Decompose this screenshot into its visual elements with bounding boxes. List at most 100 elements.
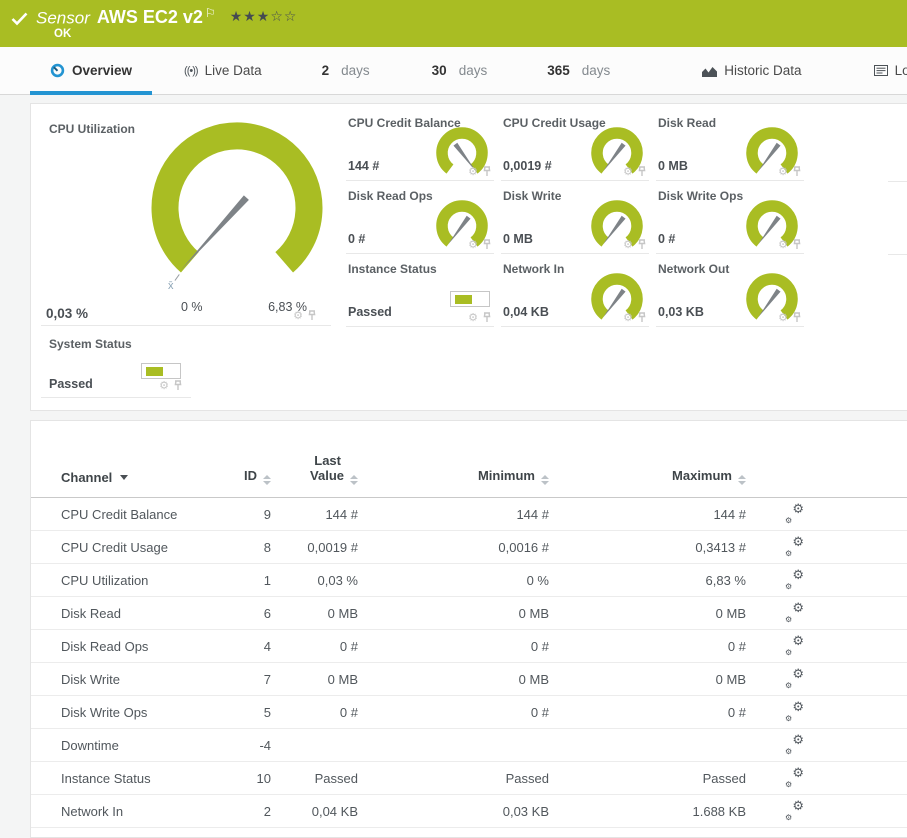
status-switch — [450, 291, 490, 307]
column-header-maximum[interactable]: Maximum — [549, 468, 746, 485]
tab-historic-data[interactable]: Historic Data — [682, 47, 821, 94]
sensor-name: AWS EC2 v2 — [96, 7, 203, 28]
gauge-tile: CPU Credit Usage 0,0019 # ⚙ — [501, 113, 649, 181]
channel-settings-icon[interactable]: ⚙ ⚙ — [785, 766, 804, 789]
prtg-sensor-page: Sensor AWS EC2 v2 ⚐ ★★★☆☆ OK Overview ((•))… — [0, 0, 907, 838]
channel-minimum: Passed — [505, 770, 549, 786]
channel-settings-icon[interactable]: ⚙ ⚙ — [785, 733, 804, 756]
tile-actions: ⚙ — [623, 312, 647, 323]
channel-name: CPU Credit Balance — [61, 506, 178, 522]
tab-log[interactable]: Log — [854, 47, 907, 94]
table-row[interactable]: Disk Read Ops 4 0 # 0 # 0 # ⚙ ⚙ — [31, 630, 907, 663]
gear-icon[interactable]: ⚙ — [778, 166, 788, 177]
pin-icon[interactable] — [792, 166, 802, 177]
channel-last-value: 0 MB — [327, 605, 358, 621]
tab-2-days[interactable]: 2 days — [302, 47, 390, 94]
average-marker: x̄ — [168, 280, 174, 292]
pin-icon[interactable] — [482, 312, 492, 323]
channel-settings-icon[interactable]: ⚙ ⚙ — [785, 601, 804, 624]
tab-30-days[interactable]: 30 days — [412, 47, 508, 94]
historic-chart-icon — [702, 66, 718, 77]
tile-actions: ⚙ — [468, 166, 492, 177]
pin-icon[interactable] — [637, 239, 647, 250]
table-row[interactable]: Disk Write Ops 5 0 # 0 # 0 # ⚙ ⚙ — [31, 696, 907, 729]
gear-icon[interactable]: ⚙ — [623, 239, 633, 250]
tile-title: CPU Utilization — [49, 122, 135, 136]
table-row[interactable]: Network In 2 0,04 KB 0,03 KB 1.688 KB ⚙ ⚙ — [31, 795, 907, 828]
gear-icon[interactable]: ⚙ — [778, 239, 788, 250]
tile-value: 0 # — [348, 232, 366, 246]
channel-settings-icon[interactable]: ⚙ ⚙ — [785, 502, 804, 525]
gear-icon[interactable]: ⚙ — [623, 312, 633, 323]
pin-icon[interactable] — [637, 166, 647, 177]
tile-actions: ⚙ — [778, 166, 802, 177]
channels-panel: Channel ID Last Value Minimum Maximum CP… — [30, 420, 907, 838]
channel-last-value: 0,0019 # — [307, 539, 358, 555]
gauge-tiles: CPU Credit Balance 144 # ⚙ CPU Credit Usa… — [346, 113, 806, 332]
gear-icon[interactable]: ⚙ — [468, 312, 478, 323]
channel-id: -4 — [259, 737, 271, 753]
pin-icon[interactable] — [173, 380, 183, 391]
tile-actions: ⚙ — [778, 239, 802, 250]
tile-title: Disk Read — [658, 116, 717, 130]
channel-settings-icon[interactable]: ⚙ ⚙ — [785, 667, 804, 690]
sensor-header: Sensor AWS EC2 v2 ⚐ ★★★☆☆ OK — [0, 0, 907, 47]
gear-icon[interactable]: ⚙ — [159, 380, 169, 391]
pin-icon[interactable] — [307, 310, 317, 321]
channel-settings-icon[interactable]: ⚙ ⚙ — [785, 799, 804, 822]
channel-settings-icon[interactable]: ⚙ ⚙ — [785, 568, 804, 591]
tile-value: 0 # — [658, 232, 676, 246]
table-row[interactable]: CPU Credit Usage 8 0,0019 # 0,0016 # 0,3… — [31, 531, 907, 564]
column-header-channel[interactable]: Channel — [61, 470, 211, 485]
gear-icon[interactable]: ⚙ — [293, 310, 303, 321]
tile-value: 0,03 % — [46, 306, 89, 321]
gear-icon[interactable]: ⚙ — [778, 312, 788, 323]
table-row[interactable]: CPU Utilization 1 0,03 % 0 % 6,83 % ⚙ ⚙ — [31, 564, 907, 597]
channel-maximum: Passed — [702, 770, 746, 786]
channel-settings-icon[interactable]: ⚙ ⚙ — [785, 535, 804, 558]
gauge-tile: Disk Read Ops 0 # ⚙ — [346, 186, 494, 254]
channel-minimum: 0,03 KB — [502, 803, 549, 819]
flag-icon[interactable]: ⚐ — [205, 6, 216, 20]
table-row[interactable]: Disk Write 7 0 MB 0 MB 0 MB ⚙ ⚙ — [31, 663, 907, 696]
tile-actions: ⚙ — [293, 310, 317, 321]
channel-last-value: 144 # — [325, 506, 358, 522]
gear-icon[interactable]: ⚙ — [468, 239, 478, 250]
channel-settings-icon[interactable]: ⚙ ⚙ — [785, 700, 804, 723]
column-header-minimum[interactable]: Minimum — [358, 468, 549, 485]
channel-maximum: 0 # — [727, 704, 746, 720]
pin-icon[interactable] — [792, 239, 802, 250]
priority-stars[interactable]: ★★★☆☆ — [230, 8, 298, 24]
table-row[interactable]: Disk Read 6 0 MB 0 MB 0 MB ⚙ ⚙ — [31, 597, 907, 630]
gauge-tile: Network In 0,04 KB ⚙ — [501, 259, 649, 327]
pin-icon[interactable] — [482, 239, 492, 250]
gear-icon[interactable]: ⚙ — [468, 166, 478, 177]
table-body: CPU Credit Balance 9 144 # 144 # 144 # ⚙… — [31, 498, 907, 828]
column-header-last-value[interactable]: Last Value — [271, 453, 358, 485]
sensor-type-label: Sensor — [36, 8, 90, 28]
channel-name: CPU Credit Usage — [61, 539, 168, 555]
channel-last-value: 0,03 % — [317, 572, 358, 588]
sort-icon — [541, 475, 549, 485]
table-row[interactable]: CPU Credit Balance 9 144 # 144 # 144 # ⚙… — [31, 498, 907, 531]
channel-settings-icon[interactable]: ⚙ ⚙ — [785, 634, 804, 657]
channel-minimum: 0 % — [526, 572, 549, 588]
channel-name: Disk Write — [61, 671, 120, 687]
tile-title: Disk Read Ops — [348, 189, 433, 203]
table-row[interactable]: Downtime -4 ⚙ ⚙ — [31, 729, 907, 762]
tab-365-days[interactable]: 365 days — [527, 47, 630, 94]
pin-icon[interactable] — [482, 166, 492, 177]
table-row[interactable]: Instance Status 10 Passed Passed Passed … — [31, 762, 907, 795]
tab-live-data[interactable]: ((•)) Live Data — [172, 47, 274, 94]
tab-overview[interactable]: Overview — [30, 47, 153, 95]
channel-name: Disk Write Ops — [61, 704, 148, 720]
tab-bar: Overview ((•)) Live Data 2 days 30 days … — [0, 47, 907, 95]
sort-desc-icon — [120, 475, 129, 480]
channel-name: Disk Read — [61, 605, 121, 621]
pin-icon[interactable] — [637, 312, 647, 323]
gear-icon[interactable]: ⚙ — [623, 166, 633, 177]
channel-minimum: 0 MB — [518, 605, 549, 621]
pin-icon[interactable] — [792, 312, 802, 323]
channel-last-value: Passed — [314, 770, 358, 786]
column-header-id[interactable]: ID — [211, 468, 271, 485]
